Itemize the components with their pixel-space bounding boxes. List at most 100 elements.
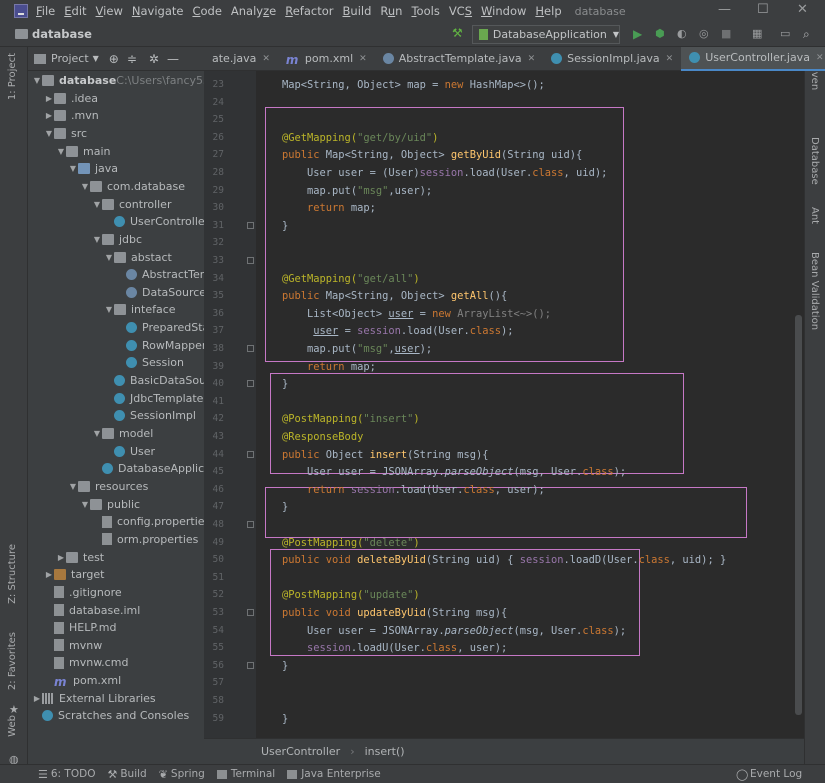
- tab-pom-xml[interactable]: m pom.xml ✕: [278, 47, 375, 71]
- project-view-selector[interactable]: Project: [51, 52, 89, 65]
- profile-icon[interactable]: ◎: [699, 27, 712, 40]
- search-icon[interactable]: ⌕: [803, 27, 816, 41]
- tree-item-inteface[interactable]: ▼ inteface: [104, 301, 176, 318]
- tree-item-external-libraries[interactable]: ▶ External Libraries: [32, 690, 156, 707]
- fold-end-icon[interactable]: [247, 221, 254, 229]
- expanded-arrow-icon[interactable]: ▼: [92, 200, 102, 209]
- tree-item-database-iml[interactable]: database.iml: [44, 602, 140, 619]
- build-tool-tab[interactable]: Build: [120, 768, 146, 780]
- fold-end-icon[interactable]: [247, 450, 254, 458]
- bean-validation-tool-tab[interactable]: Bean Validation: [809, 252, 820, 330]
- tree-item-jdbctemplate[interactable]: JdbcTemplate: [104, 390, 203, 407]
- tab-ate-java[interactable]: ate.java ✕: [204, 47, 278, 71]
- close-tab-icon[interactable]: ✕: [359, 54, 367, 64]
- tree-item-target[interactable]: ▶ target: [44, 566, 105, 583]
- menu-navigate[interactable]: Navigate: [132, 4, 184, 18]
- menu-analyze[interactable]: Analyze: [231, 4, 276, 18]
- menu-run[interactable]: Run: [380, 4, 402, 18]
- tree-item-sessionimpl[interactable]: SessionImpl: [104, 407, 196, 424]
- tree-item--gitignore[interactable]: .gitignore: [44, 584, 122, 601]
- menu-code[interactable]: Code: [192, 4, 221, 18]
- menu-edit[interactable]: Edit: [64, 4, 86, 18]
- tree-item-test[interactable]: ▶ test: [56, 549, 104, 566]
- tree-item-main[interactable]: ▼ main: [56, 143, 111, 160]
- debug-icon[interactable]: ⬢: [655, 27, 668, 40]
- tree-item-public[interactable]: ▼ public: [80, 496, 140, 513]
- tree-item-controller[interactable]: ▼ controller: [92, 196, 172, 213]
- nav-project-title[interactable]: database: [32, 27, 92, 41]
- expanded-arrow-icon[interactable]: ▼: [104, 253, 114, 262]
- menu-refactor[interactable]: Refactor: [285, 4, 333, 18]
- tree-item-pom-xml[interactable]: m pom.xml: [44, 672, 121, 689]
- fold-start-icon[interactable]: [247, 609, 254, 616]
- tree-item-orm-properties[interactable]: orm.properties: [92, 531, 198, 548]
- menu-tools[interactable]: Tools: [411, 4, 439, 18]
- expanded-arrow-icon[interactable]: ▼: [68, 482, 78, 491]
- tree-item-model[interactable]: ▼ model: [92, 425, 153, 442]
- tree-item-database[interactable]: ▼ database C:\Users\fancy55: [32, 72, 204, 89]
- expanded-arrow-icon[interactable]: ▼: [32, 76, 42, 85]
- tree-item-help-md[interactable]: HELP.md: [44, 619, 116, 636]
- spring-tool-tab[interactable]: Spring: [171, 768, 205, 780]
- tree-item-resources[interactable]: ▼ resources: [68, 478, 148, 495]
- maximize-icon[interactable]: ☐: [757, 2, 769, 17]
- tab-abstracttemplate-java[interactable]: AbstractTemplate.java ✕: [375, 47, 543, 71]
- gear-icon[interactable]: ✲: [149, 52, 159, 66]
- expanded-arrow-icon[interactable]: ▼: [56, 147, 66, 156]
- chevron-down-icon[interactable]: ▼: [93, 54, 99, 63]
- fold-marker-icon[interactable]: [247, 521, 254, 528]
- fold-end-icon[interactable]: [247, 661, 254, 669]
- todo-tool-tab[interactable]: 6: TODO: [51, 768, 96, 780]
- minimize-icon[interactable]: —: [718, 2, 731, 17]
- tree-item-abstracttemplate[interactable]: AbstractTemplate: [116, 266, 204, 283]
- close-tab-icon[interactable]: ✕: [262, 54, 270, 64]
- tree-item-datasource[interactable]: DataSource: [116, 284, 204, 301]
- close-icon[interactable]: ✕: [797, 2, 808, 17]
- editor-scrollbar[interactable]: [795, 315, 802, 715]
- close-tab-icon[interactable]: ✕: [666, 54, 674, 64]
- tree-item-java[interactable]: ▼ java: [68, 160, 118, 177]
- favorites-tool-tab[interactable]: 2: Favorites: [7, 632, 18, 690]
- tree-item-com-database[interactable]: ▼ com.database: [80, 178, 185, 195]
- menu-build[interactable]: Build: [343, 4, 372, 18]
- tree-item-config-properties[interactable]: config.properties: [92, 513, 204, 530]
- layout-icon[interactable]: ▭: [780, 27, 793, 40]
- tree-item-basicdatasource[interactable]: BasicDataSource: [104, 372, 204, 389]
- fold-start-icon[interactable]: [247, 257, 254, 264]
- tree-item--idea[interactable]: ▶ .idea: [44, 90, 98, 107]
- tree-item-user[interactable]: User: [104, 443, 155, 460]
- event-log-tool-tab[interactable]: Event Log: [750, 768, 802, 780]
- run-config-select[interactable]: DatabaseApplication ▼: [472, 25, 620, 44]
- breadcrumb-method[interactable]: insert(): [365, 745, 405, 758]
- web-tool-tab[interactable]: Web: [7, 715, 18, 737]
- locate-icon[interactable]: ⊕: [109, 52, 119, 66]
- ant-tool-tab[interactable]: Ant: [809, 207, 820, 224]
- run-icon[interactable]: ▶: [633, 27, 646, 41]
- menu-view[interactable]: View: [96, 4, 123, 18]
- collapsed-arrow-icon[interactable]: ▶: [56, 553, 66, 562]
- collapsed-arrow-icon[interactable]: ▶: [44, 570, 54, 579]
- menu-help[interactable]: Help: [535, 4, 561, 18]
- tab-usercontroller-java[interactable]: UserController.java ✕: [681, 46, 825, 71]
- collapsed-arrow-icon[interactable]: ▶: [32, 694, 42, 703]
- fold-end-icon[interactable]: [247, 345, 254, 352]
- project-structure-icon[interactable]: ▦: [752, 27, 765, 40]
- menu-file[interactable]: File: [36, 4, 55, 18]
- menu-window[interactable]: Window: [481, 4, 526, 18]
- hammer-icon[interactable]: ⚒: [452, 26, 463, 40]
- fold-start-icon[interactable]: [247, 380, 254, 388]
- terminal-tool-tab[interactable]: Terminal: [231, 768, 275, 780]
- hide-panel-icon[interactable]: —: [167, 52, 179, 66]
- tree-item--mvn[interactable]: ▶ .mvn: [44, 107, 99, 124]
- tree-item-usercontroller[interactable]: UserController: [104, 213, 204, 230]
- tree-item-mvnw-cmd[interactable]: mvnw.cmd: [44, 654, 128, 671]
- tree-item-jdbc[interactable]: ▼ jdbc: [92, 231, 142, 248]
- expanded-arrow-icon[interactable]: ▼: [92, 235, 102, 244]
- close-tab-icon[interactable]: ✕: [816, 53, 824, 63]
- database-tool-tab[interactable]: Database: [809, 137, 820, 185]
- tree-item-session[interactable]: Session: [116, 354, 184, 371]
- java-enterprise-tool-tab[interactable]: Java Enterprise: [301, 768, 381, 780]
- expanded-arrow-icon[interactable]: ▼: [80, 182, 90, 191]
- breadcrumb-class[interactable]: UserController: [261, 745, 340, 758]
- tree-item-scratches-and-consoles[interactable]: Scratches and Consoles: [32, 707, 189, 724]
